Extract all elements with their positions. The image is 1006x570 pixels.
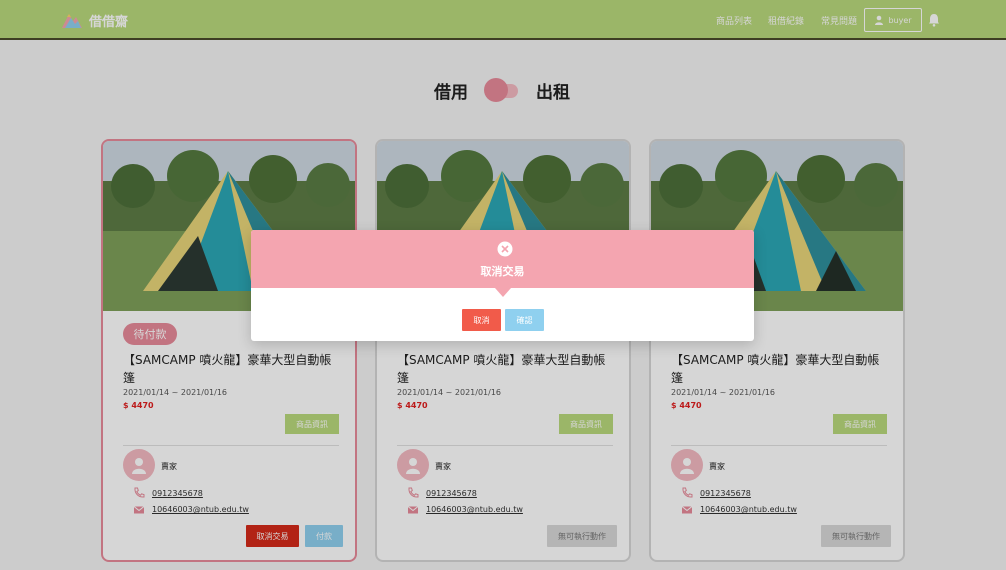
- modal-cancel-button[interactable]: 取消: [462, 309, 501, 331]
- modal-confirm-button[interactable]: 確認: [505, 309, 544, 331]
- close-circle-icon: [497, 241, 513, 257]
- cancel-trade-modal: 取消交易 取消 確認: [251, 230, 754, 341]
- modal-pointer: [495, 288, 511, 297]
- modal-title: 取消交易: [480, 265, 525, 278]
- modal-header: 取消交易: [251, 230, 754, 288]
